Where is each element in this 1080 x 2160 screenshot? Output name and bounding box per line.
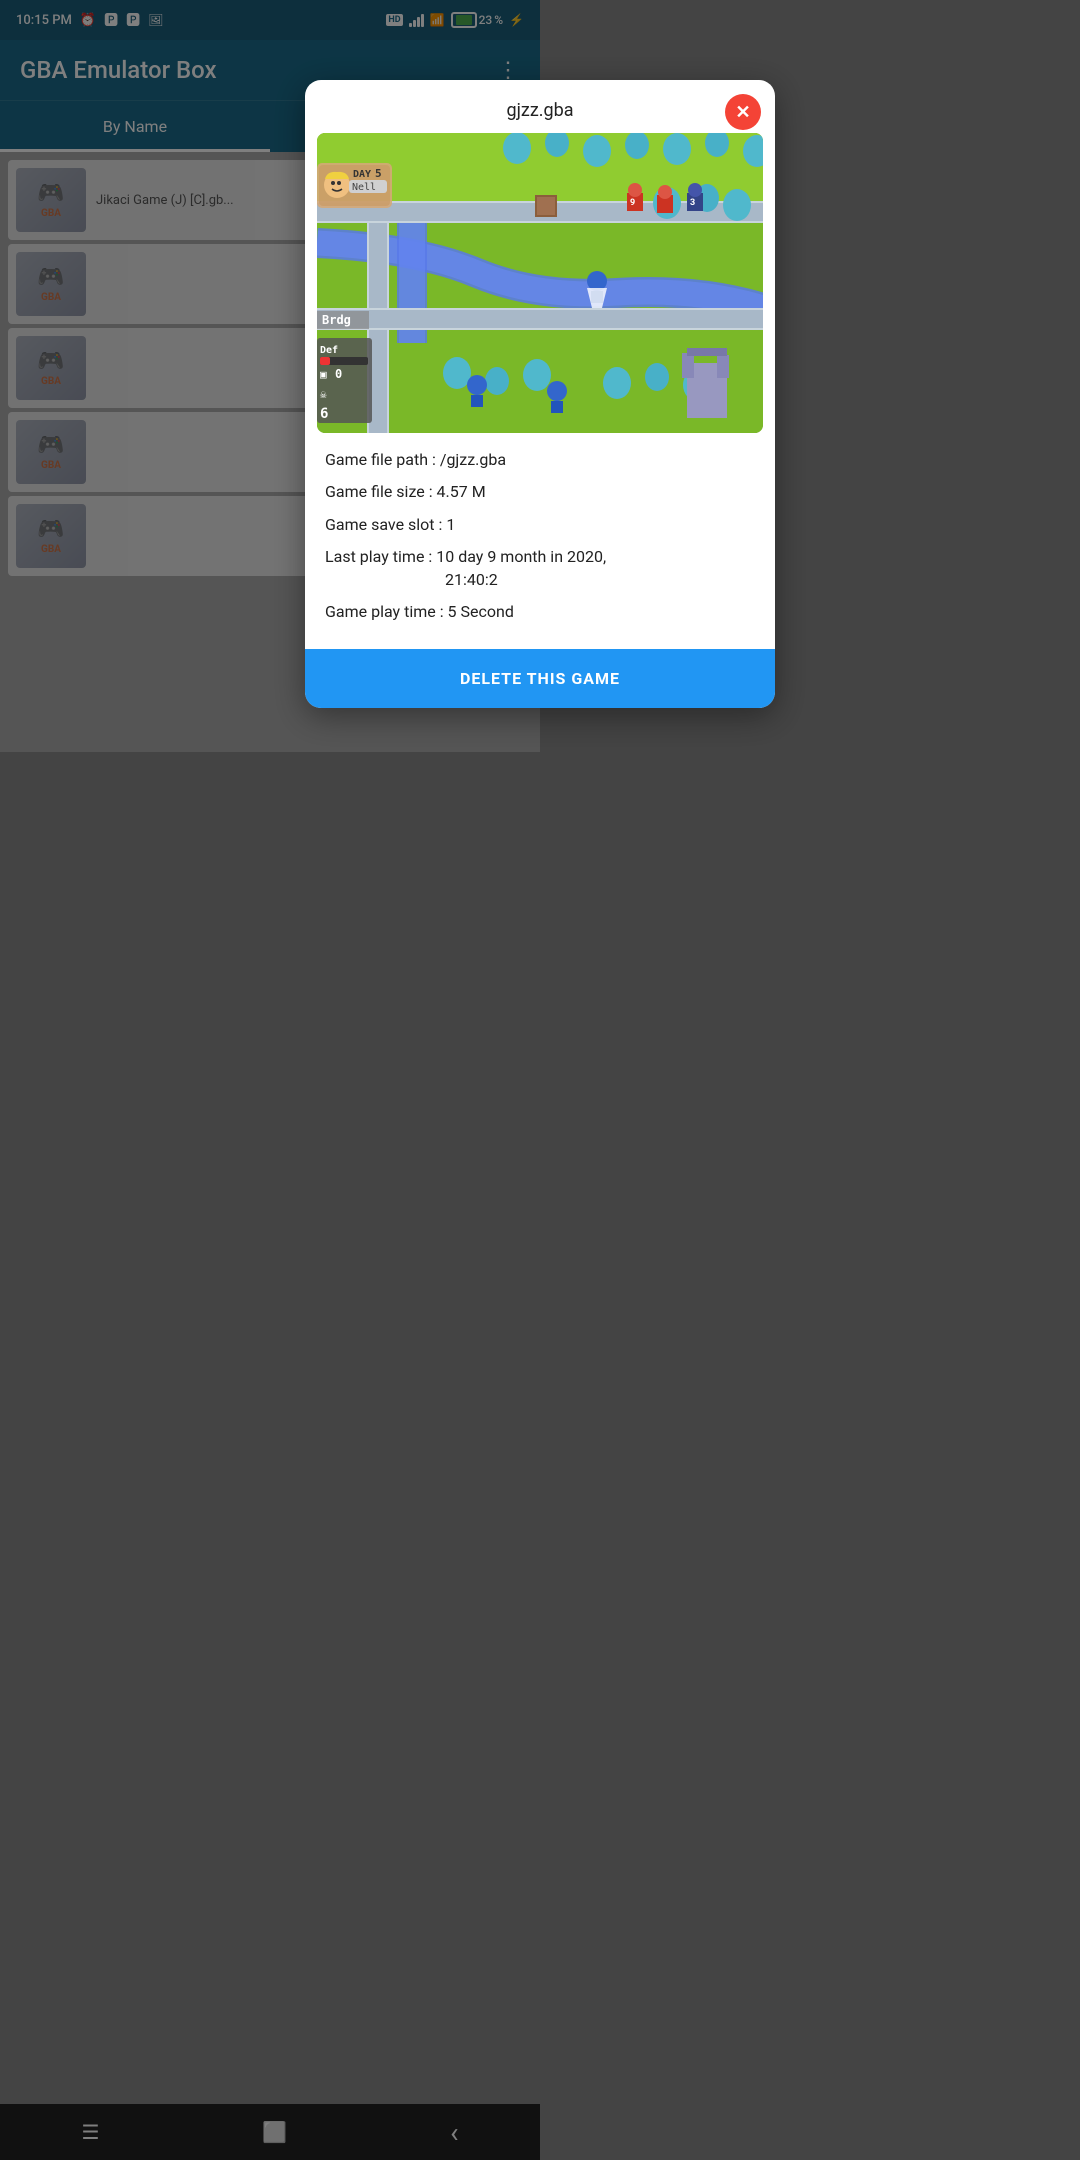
svg-text:DAY: DAY <box>353 169 371 180</box>
save-slot-text: Game save slot : 1 <box>325 515 455 534</box>
svg-text:☠: ☠ <box>320 388 327 401</box>
game-screenshot: Brdg 9 3 <box>317 133 763 433</box>
svg-text:6: 6 <box>320 406 328 422</box>
game-detail-dialog: gjzz.gba ✕ <box>305 80 775 708</box>
modal-overlay: gjzz.gba ✕ <box>0 0 1080 2160</box>
play-time-text: Game play time : 5 Second <box>325 602 514 621</box>
dialog-header: gjzz.gba ✕ <box>305 80 775 133</box>
last-play-time-line: Last play time : 10 day 9 month in 2020,… <box>325 546 755 591</box>
play-time-line: Game play time : 5 Second <box>325 601 755 623</box>
close-button[interactable]: ✕ <box>725 94 761 130</box>
svg-text:Def: Def <box>320 345 338 356</box>
svg-text:3: 3 <box>690 198 695 208</box>
svg-text:Brdg: Brdg <box>322 313 351 327</box>
game-info-section: Game file path : /gjzz.gba Game file siz… <box>305 433 775 649</box>
last-play-time-text: Last play time : 10 day 9 month in 2020, <box>325 547 606 566</box>
last-play-time-value: 21:40:2 <box>325 570 498 589</box>
file-size-line: Game file size : 4.57 M <box>325 481 755 503</box>
dialog-title: gjzz.gba <box>506 100 573 121</box>
svg-text:Nell: Nell <box>352 182 376 193</box>
file-path-line: Game file path : /gjzz.gba <box>325 449 755 471</box>
save-slot-line: Game save slot : 1 <box>325 514 755 536</box>
svg-text:▣: ▣ <box>320 368 327 381</box>
file-size-text: Game file size : 4.57 M <box>325 482 486 501</box>
game-scene-svg: Brdg 9 3 <box>317 133 763 433</box>
delete-game-button[interactable]: DELETE THIS GAME <box>305 649 775 708</box>
svg-text:9: 9 <box>630 198 635 208</box>
svg-text:5: 5 <box>375 167 382 180</box>
file-path-text: Game file path : /gjzz.gba <box>325 450 506 469</box>
svg-text:0: 0 <box>335 367 342 381</box>
